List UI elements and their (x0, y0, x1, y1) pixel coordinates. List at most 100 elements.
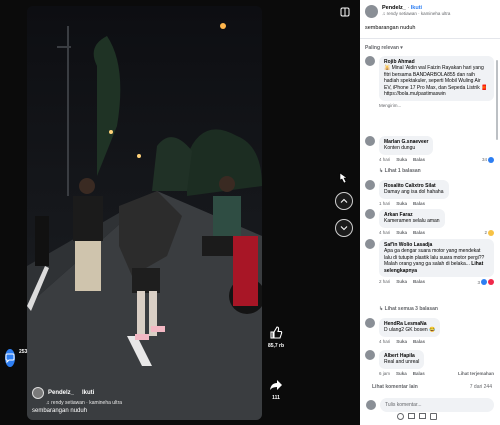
commenter-avatar[interactable] (365, 318, 375, 328)
comment-like-button[interactable]: Suka (396, 230, 407, 236)
commenter-avatar[interactable] (365, 136, 375, 146)
comment-like-button[interactable]: Suka (396, 339, 407, 344)
comment-like-button[interactable]: Suka (396, 201, 407, 206)
post-author-avatar[interactable] (365, 5, 378, 18)
video-frame (27, 6, 262, 420)
comment-input-placeholder: Tulis komentar... (385, 402, 422, 408)
commenter-avatar[interactable] (365, 209, 375, 219)
comment-text: D ulang2 GK bosen 😂 (384, 327, 436, 333)
reel-video[interactable] (27, 6, 262, 420)
sort-label: Paling relevan (365, 45, 399, 51)
post-music-label: rendy setiawan · kamineha ultra (386, 11, 451, 16)
chevron-down-icon (340, 226, 348, 231)
comment-count: 253 (19, 349, 28, 355)
translate-link[interactable]: Lihat terjemahan (458, 371, 494, 376)
reaction-count: 34 (481, 157, 487, 162)
comment-like-button[interactable]: Suka (396, 279, 407, 285)
collapse-icon[interactable] (340, 4, 350, 17)
chevron-up-icon (340, 198, 348, 203)
comment-pager: 7 dari 244 (469, 384, 492, 390)
comment-bubble: Arkan Faraz Kameramen selalu aman (379, 209, 445, 228)
video-author-avatar[interactable] (32, 387, 44, 399)
cursor-icon (339, 172, 348, 184)
sticker-icon[interactable] (430, 413, 437, 420)
comment-reply-button[interactable]: Balas (413, 339, 425, 344)
gif-icon[interactable] (419, 413, 426, 419)
like-action[interactable]: 85,7 rb (265, 326, 287, 349)
comment-bubble: Rosalito Calixtro Silat Damay ang isa do… (379, 180, 449, 199)
video-author-block: Pendelz_ Ikuti ♫ rendy setiawan · kamine… (32, 387, 122, 406)
comment-reply-button[interactable]: Balas (413, 230, 425, 236)
emoji-icon[interactable] (397, 413, 404, 420)
comment-time: 6 jam (379, 370, 391, 376)
commenter-avatar[interactable] (365, 56, 375, 66)
view-replies-link[interactable]: ↳ Lihat semua 3 balasan (379, 306, 438, 312)
post-header: Pendelz_ · Ikuti ♫ rendy setiawan · kami… (365, 5, 450, 18)
next-video-button[interactable] (335, 219, 353, 237)
comment-item: Rosalito Calixtro Silat Damay ang isa do… (365, 180, 494, 206)
sort-dropdown[interactable]: Paling relevan ▾ (365, 45, 403, 51)
comments-panel: Pendelz_ · Ikuti ♫ rendy setiawan · kami… (360, 0, 500, 425)
composer-tools (397, 413, 437, 420)
like-icon (270, 326, 283, 339)
reaction-summary[interactable]: 34 (481, 156, 494, 163)
comment-reply-button[interactable]: Balas (413, 279, 425, 285)
comment-bubble: Marlan G.snaeveer Konten dungu (379, 136, 434, 155)
comment-bubble: Albert Hapila Real and unreal (379, 350, 425, 369)
like-reaction-icon (488, 156, 494, 163)
comment-time: 2 hari (379, 279, 391, 284)
commenter-avatar[interactable] (365, 180, 375, 190)
more-comments-link[interactable]: Lihat komentar lain (372, 384, 418, 390)
reaction-count: 3 (477, 279, 480, 285)
comment-time: 4 hari (379, 229, 391, 235)
comment-status: Mengirim... (379, 102, 402, 108)
view-replies-link[interactable]: ↳ Lihat 1 balasan (379, 168, 421, 174)
comment-item: Saf'in Wolio Lasadja Apa ga dengar suara… (365, 239, 494, 285)
comment-time: 1 hari (379, 200, 391, 206)
view-replies-label: Lihat semua 3 balasan (384, 306, 438, 312)
comment-text: Kameramen selalu aman (384, 218, 440, 224)
comment-input[interactable]: Tulis komentar... (380, 398, 494, 412)
comment-time: 4 hari (379, 156, 391, 162)
video-caption: sembarangan nuduh (32, 408, 88, 414)
share-icon (270, 380, 282, 390)
post-caption: sembarangan nuduh (365, 25, 416, 31)
comment-reply-button[interactable]: Balas (413, 157, 425, 163)
haha-reaction-icon (488, 229, 494, 236)
comment-reply-button[interactable]: Balas (413, 201, 425, 206)
comment-text: Real and unreal (384, 359, 420, 365)
commenter-avatar[interactable] (365, 350, 375, 360)
comment-like-button[interactable]: Suka (396, 157, 407, 163)
camera-icon[interactable] (408, 413, 415, 419)
comment-like-button[interactable]: Suka (396, 371, 407, 376)
share-action[interactable]: 111 (265, 378, 287, 401)
video-author-name[interactable]: Pendelz_ (48, 390, 74, 396)
view-replies-label: Lihat 1 balasan (384, 168, 421, 174)
comment-item: Albert Hapila Real and unreal 6 jam Suka… (365, 350, 494, 376)
comment-bubble: HendRa LesmaNa D ulang2 GK bosen 😂 (379, 318, 441, 337)
reaction-summary[interactable]: 2 (484, 229, 494, 236)
video-music-text: rendy setiawan · kamineha ultra (51, 400, 123, 406)
comment-time: 4 hari (379, 338, 391, 344)
reaction-count: 2 (484, 230, 487, 235)
like-reaction-icon (481, 279, 487, 285)
comment-text: Apa ga dengar suara motor yang mendekat … (384, 248, 485, 267)
comment-text: 🕌 Minal 'Aidin wal Faizin Rayakan hari y… (384, 65, 488, 97)
love-reaction-icon (488, 279, 494, 285)
comment-item: HendRa LesmaNa D ulang2 GK bosen 😂 4 har… (365, 318, 494, 344)
comments-scrollbar[interactable] (496, 60, 498, 140)
commenter-avatar[interactable] (365, 239, 375, 249)
previous-video-button[interactable] (335, 192, 353, 210)
comment-item: Arkan Faraz Kameramen selalu aman 4 hari… (365, 209, 494, 236)
comment-item: Marlan G.snaeveer Konten dungu 4 hari Su… (365, 136, 494, 163)
video-music-label: ♫ rendy setiawan · kamineha ultra (46, 400, 123, 406)
video-follow-button[interactable]: Ikuti (82, 390, 94, 396)
comment-action[interactable]: 253 (5, 349, 27, 368)
reaction-summary[interactable]: 3 (477, 279, 494, 285)
divider (360, 38, 500, 39)
comment-reply-button[interactable]: Balas (413, 371, 425, 376)
current-user-avatar (366, 400, 376, 410)
comment-item: Rojib Ahmad 🕌 Minal 'Aidin wal Faizin Ra… (365, 56, 494, 108)
share-count: 111 (272, 395, 280, 401)
comment-text: Damay ang isa dol hahaha (384, 189, 444, 195)
